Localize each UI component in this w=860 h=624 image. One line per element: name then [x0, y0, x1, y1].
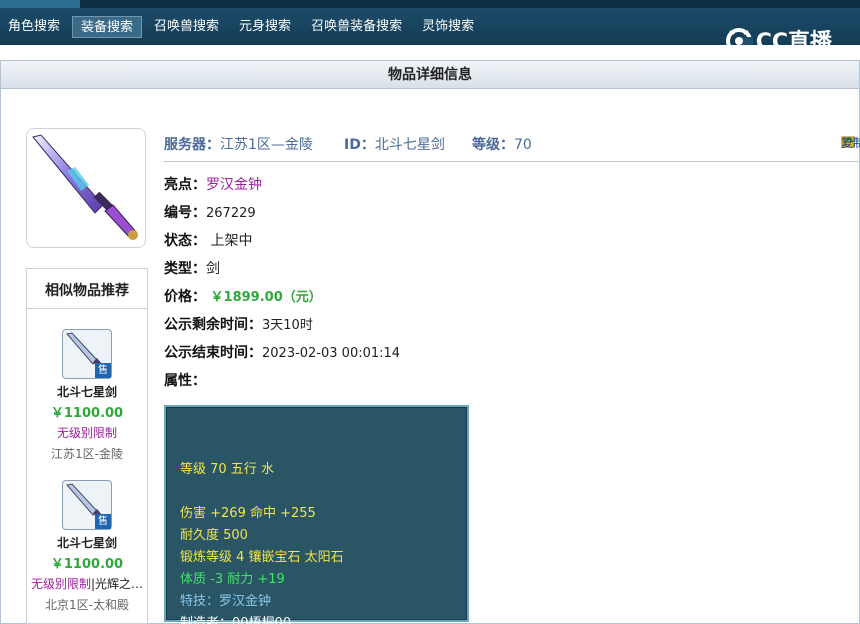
serial-row: 编号：267229	[164, 205, 256, 221]
remaining-time-row: 公示剩余时间：3天10时	[164, 317, 313, 333]
top-dark-strip	[80, 0, 860, 8]
tab-lingshi-search[interactable]: 灵饰搜索	[414, 16, 482, 38]
sword-icon	[32, 134, 138, 240]
attr-damage-hit: 伤害 +269 命中 +255	[180, 506, 316, 521]
price-row: 价格： ￥1899.00（元）	[164, 289, 322, 305]
type-row: 类型：剑	[164, 261, 220, 277]
status-row: 状态： 上架中	[164, 233, 253, 249]
panel-title: 物品详细信息	[1, 61, 859, 89]
server-info: 服务器：江苏1区—金陵	[164, 137, 313, 153]
similar-item[interactable]: 售 北斗七星剑 ￥1100.00 无级别限制 江苏1区-金陵	[27, 329, 147, 462]
similar-item-server: 北京1区-太和殿	[45, 598, 129, 612]
cc-logo-icon	[725, 28, 753, 54]
attr-forge-gem: 锻炼等级 4 镶嵌宝石 太阳石	[180, 550, 344, 565]
top-nav-bar: 角色搜索 装备搜索 召唤兽搜索 元身搜索 召唤兽装备搜索 灵饰搜索 CC直播	[0, 0, 860, 55]
copy-label: 复制	[841, 136, 860, 150]
tab-yuanshen-search[interactable]: 元身搜索	[231, 16, 299, 38]
similar-item-price: ￥1100.00	[50, 557, 124, 572]
top-accent-strip	[0, 0, 80, 8]
nav-tabs: 角色搜索 装备搜索 召唤兽搜索 元身搜索 召唤兽装备搜索 灵饰搜索	[0, 16, 486, 40]
similar-item-limit: 无级别限制|光辉之…	[30, 577, 144, 591]
cc-live-logo: CC直播	[724, 24, 832, 56]
similar-item-thumb[interactable]: 售	[62, 329, 112, 379]
attribute-panel: 等级 70 五行 水 伤害 +269 命中 +255 耐久度 500 锻炼等级 …	[164, 405, 469, 624]
attr-durability: 耐久度 500	[180, 528, 248, 543]
level-info: 等级：70	[472, 137, 532, 153]
similar-item-server: 江苏1区-金陵	[51, 447, 123, 461]
attr-maker: 制造者：00梧桐00	[180, 616, 292, 624]
highlight-row: 亮点：罗汉金钟	[164, 177, 262, 193]
similar-item-price: ￥1100.00	[50, 406, 124, 421]
similar-item-thumb[interactable]: 售	[62, 480, 112, 530]
tab-equipment-search[interactable]: 装备搜索	[72, 16, 143, 38]
sold-badge: 售	[95, 514, 111, 529]
similar-items-panel: 相似物品推荐 售 北斗七星剑 ￥1100.00 无级别限制 江苏1区-金陵 售 …	[26, 268, 148, 624]
similar-items-title: 相似物品推荐	[27, 269, 147, 309]
tab-summon-search[interactable]: 召唤兽搜索	[146, 16, 227, 38]
tab-role-search[interactable]: 角色搜索	[0, 16, 68, 38]
copy-button[interactable]: 复制	[841, 134, 860, 150]
logo-text: CC直播	[755, 30, 832, 55]
similar-item-name[interactable]: 北斗七星剑	[27, 383, 147, 400]
id-info: ID：北斗七星剑	[344, 137, 445, 153]
attr-special-skill: 特技：罗汉金钟	[180, 594, 272, 609]
item-image-box	[26, 128, 146, 248]
sold-badge: 售	[95, 363, 111, 378]
attr-level-element: 等级 70 五行 水	[180, 462, 274, 477]
attr-bonus-stats: 体质 -3 耐力 +19	[180, 572, 285, 587]
similar-item[interactable]: 售 北斗七星剑 ￥1100.00 无级别限制|光辉之… 北京1区-太和殿	[27, 480, 147, 613]
item-header-line: 服务器：江苏1区—金陵 ID：北斗七星剑 等级：70 复制	[164, 134, 860, 162]
similar-item-name[interactable]: 北斗七星剑	[27, 534, 147, 551]
tab-summon-equipment-search[interactable]: 召唤兽装备搜索	[303, 16, 410, 38]
end-time-row: 公示结束时间：2023-02-03 00:01:14	[164, 345, 401, 361]
attributes-row: 属性：	[164, 373, 206, 389]
similar-item-limit: 无级别限制	[56, 426, 117, 440]
